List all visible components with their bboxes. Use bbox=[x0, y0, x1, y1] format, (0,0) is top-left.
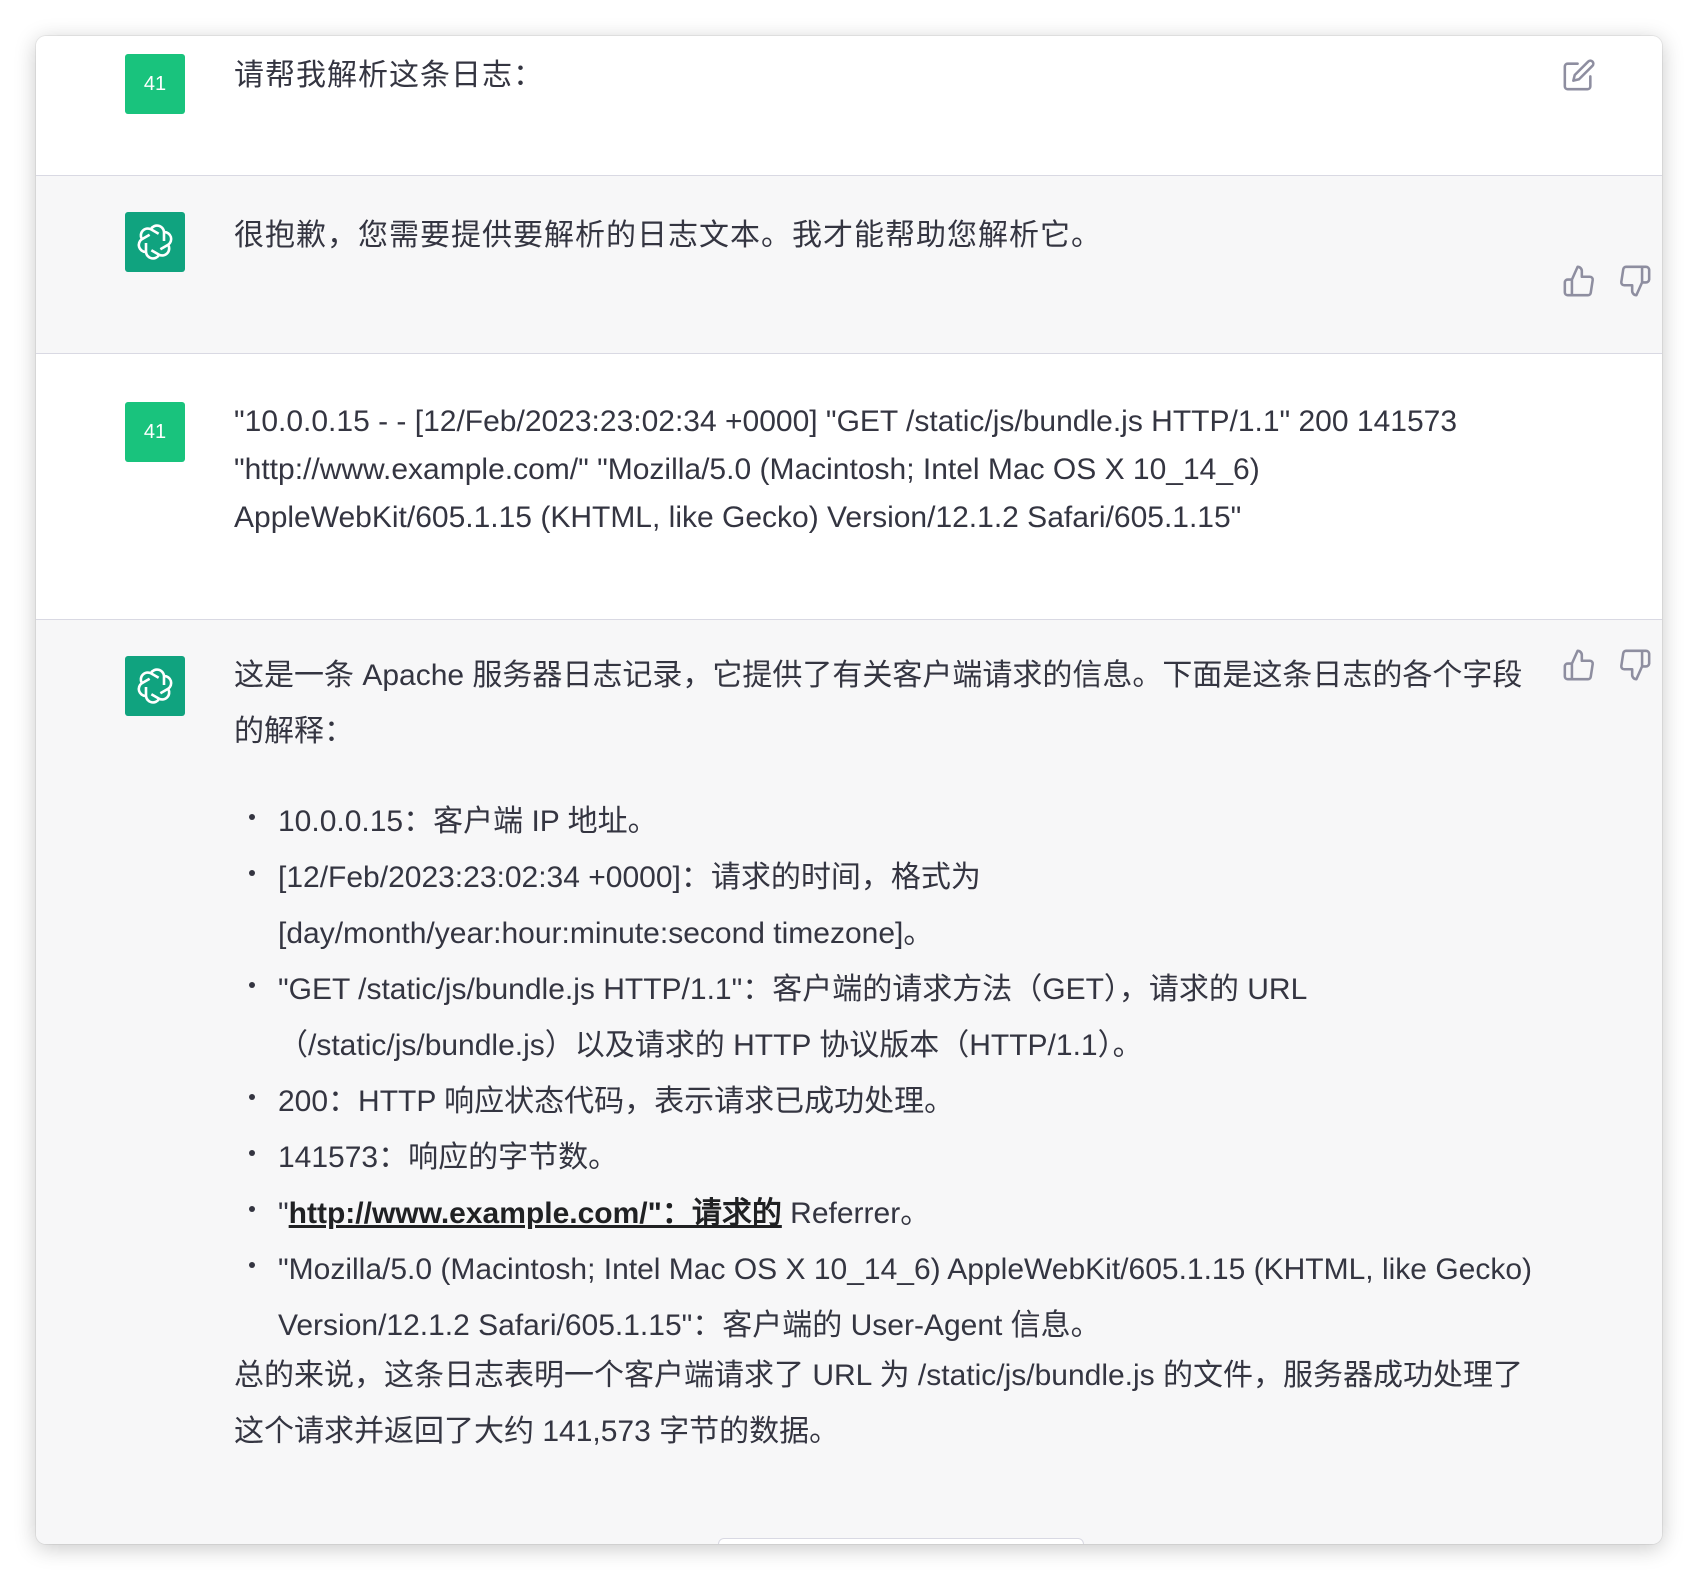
assistant-message-1: 很抱歉，您需要提供要解析的日志文本。我才能帮助您解析它。 bbox=[36, 176, 1662, 354]
assistant-summary-text: 总的来说，这条日志表明一个客户端请求了 URL 为 /static/js/bun… bbox=[234, 1359, 1524, 1448]
user-message-1: 41 请帮我解析这条日志： bbox=[36, 36, 1662, 176]
list-item: 10.0.0.15：客户端 IP 地址。 bbox=[249, 794, 1548, 850]
list-item: 200：HTTP 响应状态代码，表示请求已成功处理。 bbox=[249, 1074, 1548, 1130]
user-message-2: 41 "10.0.0.15 - - [12/Feb/2023:23:02:34 … bbox=[36, 354, 1662, 620]
list-item-referrer: "http://www.example.com/"：请求的 Referrer。 bbox=[249, 1186, 1548, 1242]
openai-logo-icon bbox=[137, 668, 173, 704]
thumbs-up-icon[interactable] bbox=[1562, 648, 1596, 682]
assistant-avatar bbox=[125, 656, 185, 716]
scroll-to-bottom-button[interactable] bbox=[718, 1538, 1084, 1544]
field-explanation-list: 10.0.0.15：客户端 IP 地址。 [12/Feb/2023:23:02:… bbox=[234, 794, 1548, 1354]
user-avatar-label: 41 bbox=[143, 72, 167, 95]
openai-logo-icon bbox=[137, 224, 173, 260]
assistant-intro-text: 这是一条 Apache 服务器日志记录，它提供了有关客户端请求的信息。下面是这条… bbox=[234, 659, 1523, 748]
assistant-avatar bbox=[125, 212, 185, 272]
thumbs-down-icon[interactable] bbox=[1618, 648, 1652, 682]
chat-window: 41 请帮我解析这条日志： 很抱歉，您需要提供要解析的日志文本。我才能帮助您解析… bbox=[36, 36, 1662, 1544]
edit-icon[interactable] bbox=[1562, 58, 1596, 92]
list-item: [12/Feb/2023:23:02:34 +0000]：请求的时间，格式为 [… bbox=[249, 850, 1128, 962]
user-avatar: 41 bbox=[125, 54, 185, 114]
thumbs-up-icon[interactable] bbox=[1562, 264, 1596, 298]
referrer-quote: " bbox=[278, 1197, 289, 1230]
list-item: "GET /static/js/bundle.js HTTP/1.1"：客户端的… bbox=[249, 962, 1458, 1074]
list-item: 141573：响应的字节数。 bbox=[249, 1130, 1548, 1186]
thumbs-down-icon[interactable] bbox=[1618, 264, 1652, 298]
assistant-message-text: 很抱歉，您需要提供要解析的日志文本。我才能帮助您解析它。 bbox=[234, 219, 1102, 252]
user-avatar-label: 41 bbox=[143, 420, 167, 443]
assistant-message-2: 这是一条 Apache 服务器日志记录，它提供了有关客户端请求的信息。下面是这条… bbox=[36, 620, 1662, 1544]
user-log-text: "10.0.0.15 - - [12/Feb/2023:23:02:34 +00… bbox=[234, 405, 1466, 534]
user-message-text: 请帮我解析这条日志： bbox=[234, 59, 544, 92]
referrer-link[interactable]: http://www.example.com/"：请求的 bbox=[289, 1197, 782, 1230]
referrer-suffix: Referrer。 bbox=[781, 1197, 931, 1230]
list-item: "Mozilla/5.0 (Macintosh; Intel Mac OS X … bbox=[249, 1242, 1548, 1354]
user-avatar: 41 bbox=[125, 402, 185, 462]
